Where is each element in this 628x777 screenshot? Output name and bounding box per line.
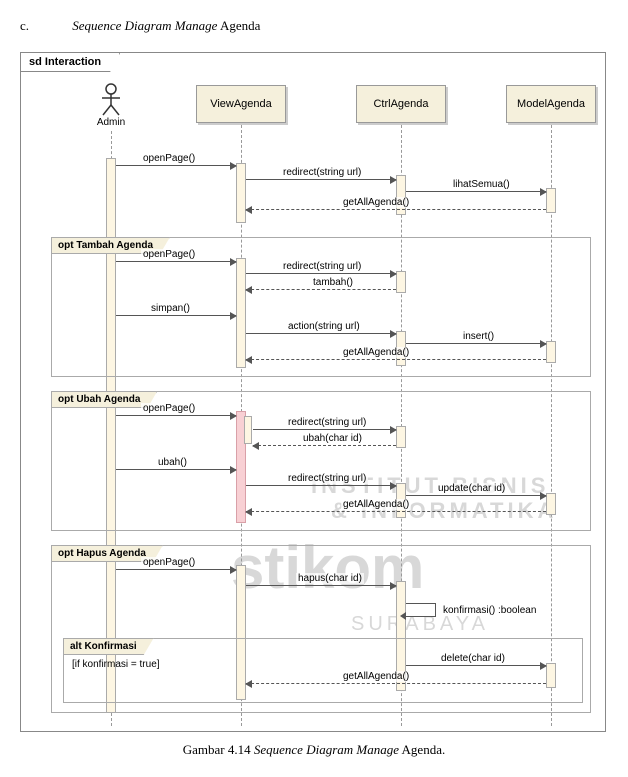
message-label: redirect(string url) <box>286 417 368 428</box>
lifeline-ctrl: CtrlAgenda <box>356 85 446 123</box>
message-arrow <box>116 569 236 570</box>
message-label: getAllAgenda() <box>341 197 411 208</box>
message-arrow <box>116 261 236 262</box>
heading-letter: c. <box>20 18 29 34</box>
message-label: update(char id) <box>436 483 507 494</box>
message-label: lihatSemua() <box>451 179 512 190</box>
activation-bar <box>546 493 556 515</box>
lifeline-view: ViewAgenda <box>196 85 286 123</box>
message-label: redirect(string url) <box>281 261 363 272</box>
return-arrow <box>253 445 396 446</box>
activation-bar <box>236 163 246 223</box>
return-arrow <box>246 359 546 360</box>
figure-caption: Gambar 4.14 Sequence Diagram Manage Agen… <box>20 742 608 758</box>
message-label: openPage() <box>141 403 197 414</box>
message-arrow <box>116 469 236 470</box>
message-label: konfirmasi() :boolean <box>441 605 538 616</box>
message-arrow <box>246 333 396 334</box>
message-label: insert() <box>461 331 496 342</box>
message-arrow <box>406 191 546 192</box>
fragment-opt-ubah: opt Ubah Agenda <box>51 391 591 531</box>
message-label: redirect(string url) <box>286 473 368 484</box>
activation-bar <box>546 188 556 213</box>
message-label: delete(char id) <box>439 653 507 664</box>
activation-bar <box>236 258 246 368</box>
message-label: ubah() <box>156 457 189 468</box>
message-arrow <box>406 495 546 496</box>
message-label: action(string url) <box>286 321 362 332</box>
message-label: hapus(char id) <box>296 573 364 584</box>
message-arrow <box>246 585 396 586</box>
diagram-canvas: INSTITUT BISNIS & INFORMATIKA stikom SUR… <box>21 53 605 731</box>
message-label: tambah() <box>311 277 355 288</box>
message-arrow <box>406 343 546 344</box>
message-label: simpan() <box>149 303 192 314</box>
message-arrow <box>116 415 236 416</box>
message-label: redirect(string url) <box>281 167 363 178</box>
message-label: getAllAgenda() <box>341 499 411 510</box>
activation-bar <box>396 426 406 448</box>
message-label: openPage() <box>141 153 197 164</box>
activation-bar <box>244 416 252 444</box>
heading-title: Sequence Diagram Manage Agenda <box>72 18 260 33</box>
activation-bar <box>396 271 406 293</box>
message-label: openPage() <box>141 557 197 568</box>
fragment-label: alt Konfirmasi <box>63 638 154 655</box>
self-message <box>406 603 436 617</box>
fragment-opt-tambah: opt Tambah Agenda <box>51 237 591 377</box>
message-label: getAllAgenda() <box>341 671 411 682</box>
message-arrow <box>246 179 396 180</box>
sequence-diagram-frame: sd Interaction INSTITUT BISNIS & INFORMA… <box>20 52 606 732</box>
actor-icon <box>99 83 123 117</box>
message-arrow <box>406 665 546 666</box>
fragment-guard: [if konfirmasi = true] <box>72 659 160 670</box>
return-arrow <box>246 209 546 210</box>
message-label: getAllAgenda() <box>341 347 411 358</box>
message-arrow <box>246 485 396 486</box>
actor-admin: Admin <box>91 83 131 128</box>
message-arrow <box>116 165 236 166</box>
message-arrow <box>253 429 396 430</box>
message-arrow <box>116 315 236 316</box>
section-heading: c. Sequence Diagram Manage Agenda <box>20 18 608 34</box>
return-arrow <box>246 511 546 512</box>
message-label: openPage() <box>141 249 197 260</box>
lifeline-model: ModelAgenda <box>506 85 596 123</box>
return-arrow <box>246 683 546 684</box>
fragment-alt-konfirmasi: alt Konfirmasi [if konfirmasi = true] <box>63 638 583 703</box>
message-label: ubah(char id) <box>301 433 364 444</box>
return-arrow <box>246 289 396 290</box>
activation-bar <box>546 341 556 363</box>
actor-label: Admin <box>91 117 131 128</box>
message-arrow <box>246 273 396 274</box>
